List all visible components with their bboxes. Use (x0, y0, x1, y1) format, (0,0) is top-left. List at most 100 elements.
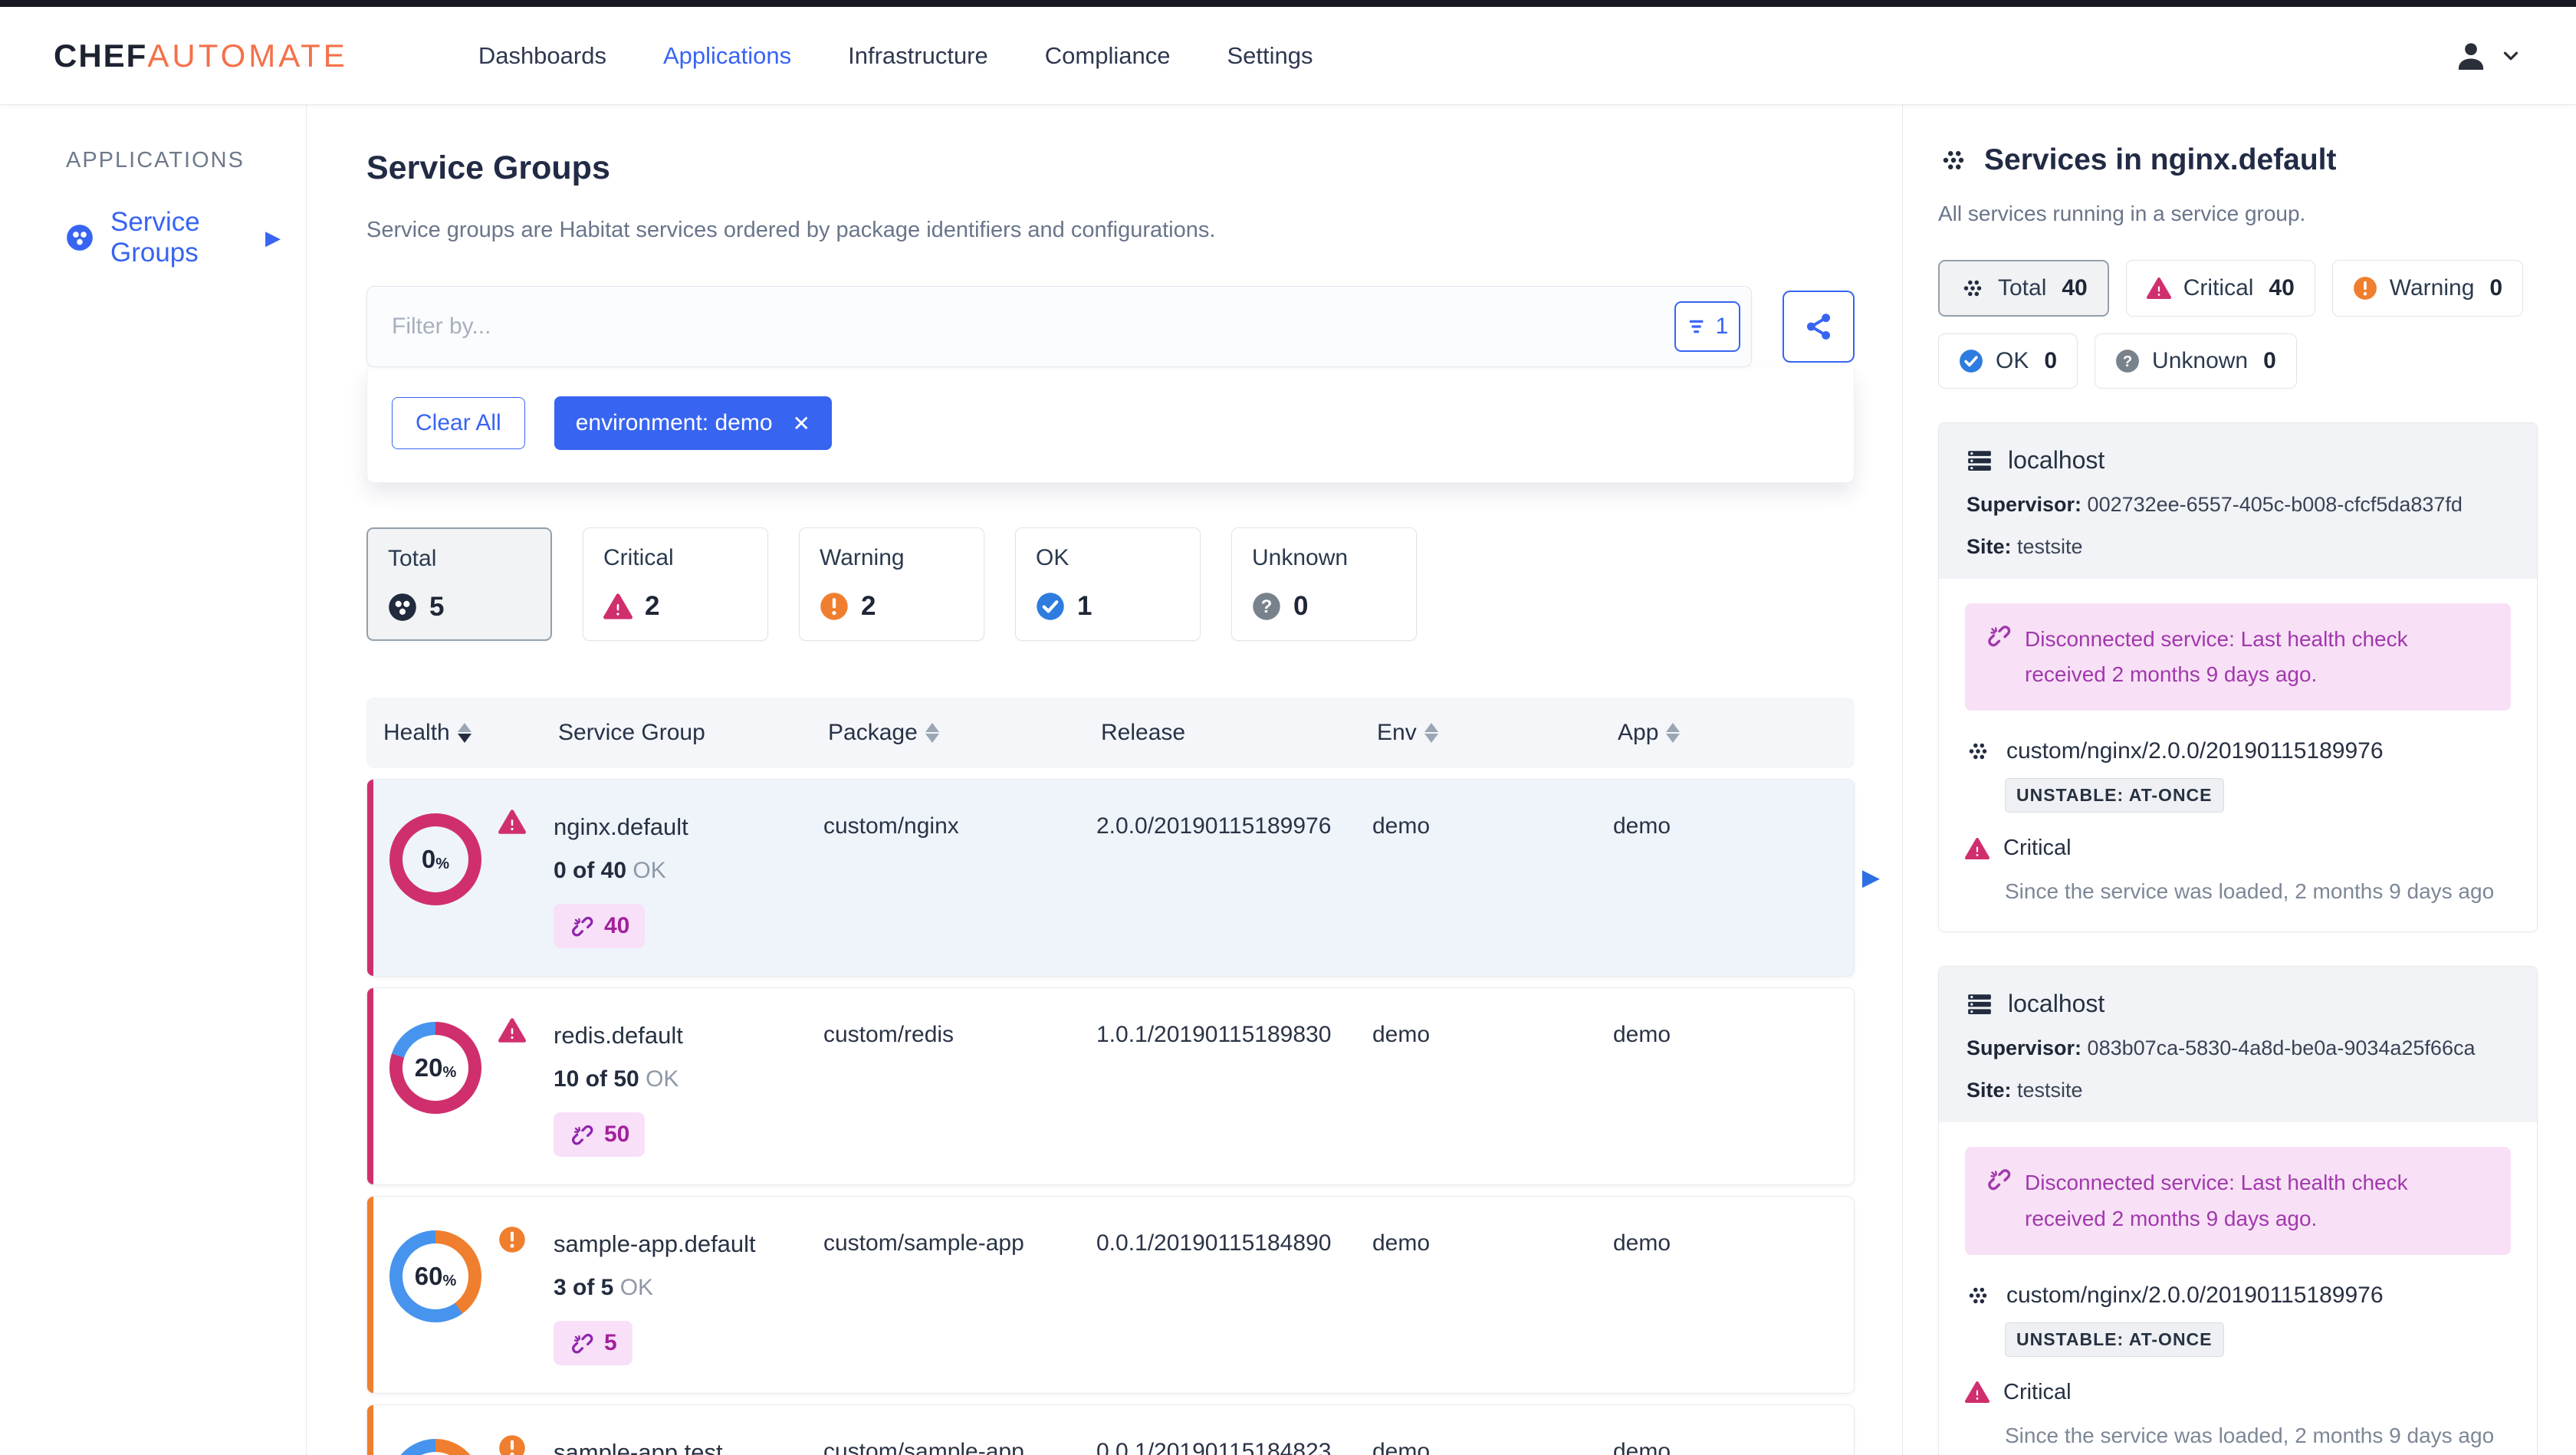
page-title: Service Groups (366, 149, 610, 186)
critical-icon (1965, 837, 1990, 860)
supervisor-line: Supervisor: 083b07ca-5830-4a8d-be0a-9034… (1967, 1036, 2476, 1060)
badge-ok[interactable]: OK 0 (1938, 333, 2078, 389)
row-status-accent (367, 780, 373, 976)
disconnected-alert: Disconnected service: Last health check … (1965, 603, 2511, 711)
ok-icon (1036, 592, 1065, 621)
supervisor-line: Supervisor: 002732ee-6557-405c-b008-cfcf… (1967, 493, 2463, 516)
disconnected-alert: Disconnected service: Last health check … (1965, 1147, 2511, 1255)
service-host: localhost (1967, 446, 2509, 475)
service-group-name: sample-app.default (554, 1230, 756, 1257)
service-card-header: localhost Supervisor: 002732ee-6557-405c… (1939, 423, 2537, 579)
badge-total[interactable]: Total 40 (1938, 260, 2109, 317)
service-card: localhost Supervisor: 002732ee-6557-405c… (1938, 422, 2538, 933)
table-header: Health Service Group Package Release Env… (366, 698, 1855, 768)
filter-bar: 1 (366, 286, 1752, 367)
stat-card-ok[interactable]: OK 1 (1015, 527, 1201, 641)
chef-automate-logo[interactable]: CHEF AUTOMATE (54, 38, 348, 74)
service-group-row[interactable]: 20% redis.default 10 of 50 OK 50 custom/… (366, 987, 1855, 1185)
row-selected-arrow-icon[interactable]: ▶ (1862, 865, 1880, 892)
sidebar-section-label: APPLICATIONS (66, 148, 245, 172)
stat-card-unknown[interactable]: Unknown 0 (1231, 527, 1417, 641)
broken-link-icon (569, 1330, 595, 1356)
package-cell: custom/sample-app (823, 1439, 1024, 1455)
disconnected-count-chip[interactable]: 5 (554, 1321, 632, 1365)
nav-applications[interactable]: Applications (663, 42, 791, 70)
server-icon (1967, 991, 1993, 1017)
service-group-cell: redis.default 10 of 50 OK 50 (554, 1016, 823, 1157)
close-icon[interactable]: ✕ (793, 411, 810, 436)
env-cell: demo (1372, 1022, 1431, 1047)
filter-input[interactable] (392, 314, 1674, 340)
critical-icon (1965, 1381, 1990, 1404)
broken-link-icon (569, 913, 595, 939)
release-cell: 0.0.1/20190115184890 (1096, 1230, 1332, 1256)
health-cell: 0% (379, 807, 554, 948)
health-cell: 20% (379, 1016, 554, 1157)
health-status-icon (498, 1017, 526, 1157)
clear-all-button[interactable]: Clear All (392, 397, 525, 449)
site-line: Site: testsite (1967, 1079, 2083, 1102)
badge-warning[interactable]: Warning 0 (2331, 260, 2524, 317)
service-health-status: Critical (1965, 836, 2511, 861)
column-header-package[interactable]: Package (828, 720, 1101, 746)
sidebar-item-service-groups[interactable]: Service Groups ▶ (66, 207, 281, 268)
nav-infrastructure[interactable]: Infrastructure (848, 42, 988, 70)
release-cell: 1.0.1/20190115189830 (1096, 1022, 1332, 1047)
user-menu[interactable] (2453, 38, 2522, 74)
sort-icons[interactable] (1424, 723, 1438, 743)
disconnected-count-chip[interactable]: 40 (554, 904, 646, 948)
nav-compliance[interactable]: Compliance (1045, 42, 1171, 70)
disconnected-count-chip[interactable]: 50 (554, 1112, 646, 1157)
broken-link-icon (1985, 1165, 2013, 1236)
filter-chip-environment-demo[interactable]: environment: demo ✕ (554, 396, 832, 450)
service-group-cell: sample-app.default 3 of 5 OK 5 (554, 1224, 823, 1365)
applied-filters-panel: Clear All environment: demo ✕ (366, 367, 1855, 483)
update-strategy-tag: UNSTABLE: AT-ONCE (2005, 1322, 2224, 1357)
service-group-row[interactable]: 0% nginx.default 0 of 40 OK 40 custom/ng… (366, 779, 1880, 977)
badge-unknown[interactable]: Unknown 0 (2095, 333, 2297, 389)
app-cell: demo (1613, 1230, 1671, 1256)
service-group-row[interactable]: 80% sample-app.test 4 of 5 OK 5 custom/s… (366, 1404, 1855, 1455)
total-icon (388, 593, 417, 622)
services-side-panel: Services in nginx.default All services r… (1903, 105, 2576, 1455)
service-group-row[interactable]: 60% sample-app.default 3 of 5 OK 5 custo… (366, 1196, 1855, 1394)
services-grid-icon (1965, 741, 1991, 762)
services-grid-icon (1938, 146, 1969, 174)
expand-arrow-icon[interactable]: ▶ (265, 226, 281, 250)
badge-critical[interactable]: Critical 40 (2125, 260, 2315, 317)
env-cell: demo (1372, 1230, 1431, 1256)
service-card-body: Disconnected service: Last health check … (1939, 1122, 2537, 1455)
warning-icon (2353, 276, 2377, 301)
stat-card-total[interactable]: Total 5 (366, 527, 552, 641)
share-button[interactable] (1783, 291, 1855, 363)
filter-toggle-button[interactable]: 1 (1674, 301, 1740, 352)
column-header-env[interactable]: Env (1377, 720, 1618, 746)
column-header-health[interactable]: Health (383, 720, 558, 746)
nav-settings[interactable]: Settings (1227, 42, 1313, 70)
service-loaded-note: Since the service was loaded, 2 months 9… (2005, 879, 2495, 904)
row-status-accent (367, 1405, 373, 1455)
status-filter-cards: Total 5 Critical 2 Warning 2 OK 1 Unknow… (366, 527, 1855, 641)
ok-ratio: 10 of 50 OK (554, 1066, 679, 1092)
user-icon (2453, 38, 2489, 74)
nav-dashboards[interactable]: Dashboards (478, 42, 606, 70)
health-donut: 0% (389, 813, 481, 905)
filter-count-badge: 1 (1715, 314, 1729, 339)
release-cell: 0.0.1/20190115184823 (1096, 1439, 1332, 1455)
stat-card-warning[interactable]: Warning 2 (799, 527, 984, 641)
release-cell: 2.0.0/20190115189976 (1096, 813, 1332, 839)
sort-icons[interactable] (457, 723, 472, 743)
service-card-header: localhost Supervisor: 083b07ca-5830-4a8d… (1939, 967, 2537, 1123)
service-health-status: Critical (1965, 1380, 2511, 1405)
column-header-service-group: Service Group (558, 720, 705, 745)
service-card-body: Disconnected service: Last health check … (1939, 579, 2537, 931)
sort-icons[interactable] (925, 723, 939, 743)
sort-icons[interactable] (1666, 723, 1681, 743)
page-subtitle: Service groups are Habitat services orde… (366, 218, 1216, 242)
service-group-name: sample-app.test (554, 1439, 723, 1455)
service-group-cell: sample-app.test 4 of 5 OK 5 (554, 1433, 823, 1455)
column-header-release: Release (1101, 720, 1186, 745)
stat-card-critical[interactable]: Critical 2 (583, 527, 768, 641)
panel-title: Services in nginx.default (1938, 143, 2538, 177)
column-header-app[interactable]: App (1618, 720, 1855, 746)
